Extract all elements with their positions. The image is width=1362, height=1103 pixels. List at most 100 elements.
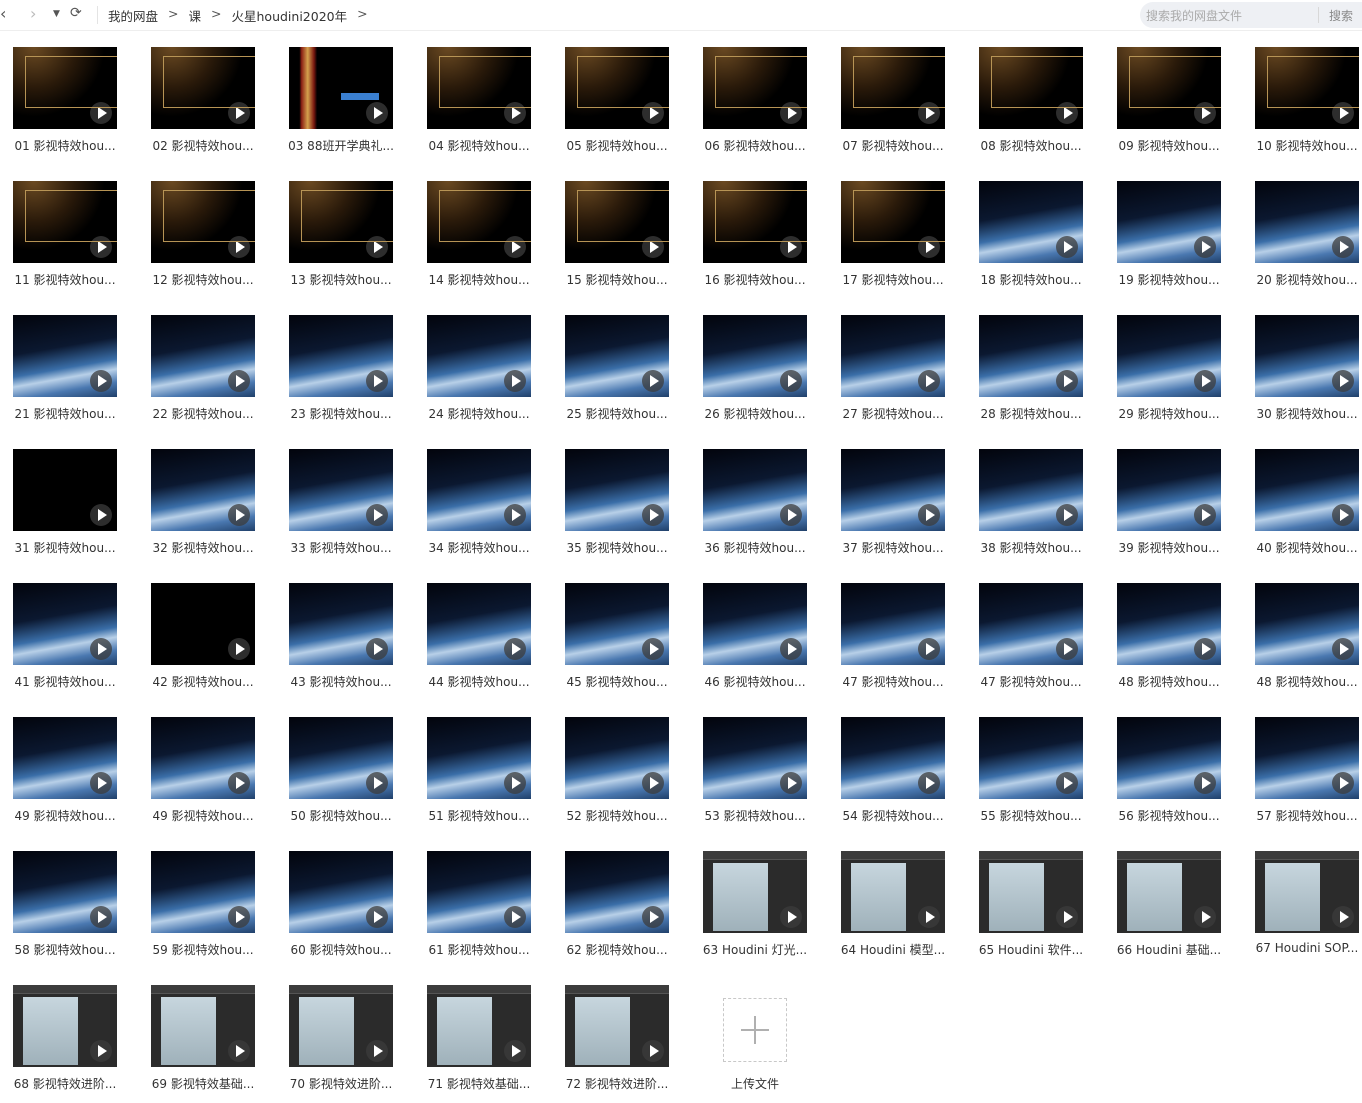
file-name[interactable]: 18 影视特效hou... — [966, 271, 1096, 288]
file-name[interactable]: 27 影视特效hou... — [828, 405, 958, 422]
play-icon[interactable] — [1332, 236, 1354, 258]
play-icon[interactable] — [780, 102, 802, 124]
play-icon[interactable] — [1332, 638, 1354, 660]
file-name[interactable]: 56 影视特效hou... — [1104, 807, 1234, 824]
video-thumbnail[interactable] — [289, 717, 393, 799]
play-icon[interactable] — [1194, 772, 1216, 794]
chevron-right-icon[interactable]: › — [30, 4, 36, 23]
file-name[interactable]: 71 影视特效基础... — [414, 1075, 544, 1092]
video-thumbnail[interactable] — [1255, 315, 1359, 397]
video-thumbnail[interactable] — [1255, 181, 1359, 263]
video-thumbnail[interactable] — [151, 181, 255, 263]
file-name[interactable]: 24 影视特效hou... — [414, 405, 544, 422]
video-thumbnail[interactable] — [565, 181, 669, 263]
video-thumbnail[interactable] — [703, 851, 807, 933]
video-thumbnail[interactable] — [289, 583, 393, 665]
play-icon[interactable] — [780, 236, 802, 258]
play-icon[interactable] — [642, 504, 664, 526]
play-icon[interactable] — [642, 102, 664, 124]
file-name[interactable]: 04 影视特效hou... — [414, 137, 544, 154]
play-icon[interactable] — [1194, 638, 1216, 660]
file-name[interactable]: 36 影视特效hou... — [690, 539, 820, 556]
file-name[interactable]: 30 影视特效hou... — [1242, 405, 1362, 422]
file-name[interactable]: 29 影视特效hou... — [1104, 405, 1234, 422]
play-icon[interactable] — [1194, 370, 1216, 392]
file-name[interactable]: 41 影视特效hou... — [0, 673, 130, 690]
play-icon[interactable] — [780, 772, 802, 794]
video-thumbnail[interactable] — [13, 449, 117, 531]
video-thumbnail[interactable] — [979, 181, 1083, 263]
video-thumbnail[interactable] — [979, 449, 1083, 531]
video-thumbnail[interactable] — [1255, 717, 1359, 799]
play-icon[interactable] — [90, 504, 112, 526]
video-thumbnail[interactable] — [703, 449, 807, 531]
video-thumbnail[interactable] — [841, 47, 945, 129]
play-icon[interactable] — [918, 370, 940, 392]
file-name[interactable]: 09 影视特效hou... — [1104, 137, 1234, 154]
file-name[interactable]: 68 影视特效进阶... — [0, 1075, 130, 1092]
video-thumbnail[interactable] — [1117, 315, 1221, 397]
play-icon[interactable] — [90, 1040, 112, 1062]
file-name[interactable]: 64 Houdini 模型... — [828, 941, 958, 958]
play-icon[interactable] — [504, 370, 526, 392]
video-thumbnail[interactable] — [13, 583, 117, 665]
file-name[interactable]: 70 影视特效进阶... — [276, 1075, 406, 1092]
file-name[interactable]: 62 影视特效hou... — [552, 941, 682, 958]
play-icon[interactable] — [918, 906, 940, 928]
video-thumbnail[interactable] — [427, 985, 531, 1067]
play-icon[interactable] — [642, 638, 664, 660]
video-thumbnail[interactable] — [841, 181, 945, 263]
play-icon[interactable] — [90, 370, 112, 392]
file-name[interactable]: 59 影视特效hou... — [138, 941, 268, 958]
file-name[interactable]: 16 影视特效hou... — [690, 271, 820, 288]
play-icon[interactable] — [642, 370, 664, 392]
play-icon[interactable] — [1056, 906, 1078, 928]
file-name[interactable]: 38 影视特效hou... — [966, 539, 1096, 556]
file-name[interactable]: 48 影视特效hou... — [1104, 673, 1234, 690]
play-icon[interactable] — [90, 772, 112, 794]
video-thumbnail[interactable] — [151, 315, 255, 397]
file-name[interactable]: 06 影视特效hou... — [690, 137, 820, 154]
play-icon[interactable] — [366, 504, 388, 526]
video-thumbnail[interactable] — [13, 47, 117, 129]
file-name[interactable]: 31 影视特效hou... — [0, 539, 130, 556]
play-icon[interactable] — [90, 638, 112, 660]
file-name[interactable]: 33 影视特效hou... — [276, 539, 406, 556]
upload-label[interactable]: 上传文件 — [690, 1075, 820, 1092]
play-icon[interactable] — [642, 772, 664, 794]
play-icon[interactable] — [228, 504, 250, 526]
video-thumbnail[interactable] — [13, 851, 117, 933]
breadcrumb-item-folder[interactable]: 火星houdini2020年 — [232, 6, 348, 25]
file-name[interactable]: 51 影视特效hou... — [414, 807, 544, 824]
file-name[interactable]: 43 影视特效hou... — [276, 673, 406, 690]
video-thumbnail[interactable] — [1117, 181, 1221, 263]
video-thumbnail[interactable] — [841, 315, 945, 397]
file-name[interactable]: 32 影视特效hou... — [138, 539, 268, 556]
video-thumbnail[interactable] — [979, 47, 1083, 129]
play-icon[interactable] — [1056, 102, 1078, 124]
video-thumbnail[interactable] — [151, 449, 255, 531]
file-name[interactable]: 42 影视特效hou... — [138, 673, 268, 690]
video-thumbnail[interactable] — [427, 851, 531, 933]
video-thumbnail[interactable] — [13, 717, 117, 799]
file-name[interactable]: 01 影视特效hou... — [0, 137, 130, 154]
play-icon[interactable] — [504, 102, 526, 124]
video-thumbnail[interactable] — [979, 717, 1083, 799]
play-icon[interactable] — [1194, 906, 1216, 928]
video-thumbnail[interactable] — [151, 717, 255, 799]
play-icon[interactable] — [504, 1040, 526, 1062]
file-name[interactable]: 12 影视特效hou... — [138, 271, 268, 288]
play-icon[interactable] — [90, 236, 112, 258]
video-thumbnail[interactable] — [427, 717, 531, 799]
file-name[interactable]: 47 影视特效hou... — [966, 673, 1096, 690]
play-icon[interactable] — [366, 236, 388, 258]
play-icon[interactable] — [780, 906, 802, 928]
play-icon[interactable] — [366, 772, 388, 794]
file-name[interactable]: 52 影视特效hou... — [552, 807, 682, 824]
video-thumbnail[interactable] — [565, 47, 669, 129]
refresh-icon[interactable]: ⟳ — [70, 5, 82, 21]
chevron-left-icon[interactable]: ‹ — [0, 4, 6, 23]
video-thumbnail[interactable] — [565, 583, 669, 665]
play-icon[interactable] — [1332, 906, 1354, 928]
file-name[interactable]: 34 影视特效hou... — [414, 539, 544, 556]
